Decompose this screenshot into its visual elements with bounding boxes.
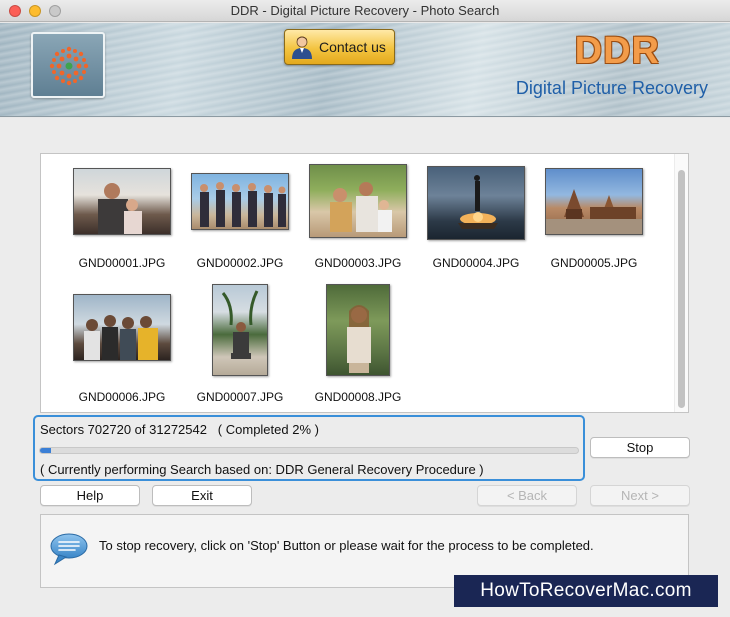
photo-item[interactable]: GND00001.JPG xyxy=(63,168,181,270)
photo-thumbnail-icon xyxy=(191,173,289,230)
photo-filename: GND00008.JPG xyxy=(314,390,402,404)
next-button[interactable]: Next > xyxy=(590,485,690,506)
contact-us-button[interactable]: Contact us xyxy=(284,29,395,65)
search-progress-panel: Sectors 702720 of 31272542 ( Completed 2… xyxy=(33,415,585,481)
window-controls xyxy=(9,5,61,17)
photo-thumbnail-icon xyxy=(212,284,268,376)
exit-button[interactable]: Exit xyxy=(152,485,252,506)
close-window-button[interactable] xyxy=(9,5,21,17)
logo-icon xyxy=(49,46,89,86)
contact-us-label: Contact us xyxy=(319,39,386,55)
watermark-banner: HowToRecoverMac.com xyxy=(454,575,718,607)
back-button[interactable]: < Back xyxy=(477,485,577,506)
zoom-window-button[interactable] xyxy=(49,5,61,17)
photo-item[interactable]: GND00003.JPG xyxy=(299,164,417,270)
gallery-scrollbar-thumb[interactable] xyxy=(678,170,685,408)
photo-item[interactable]: GND00005.JPG xyxy=(535,168,653,270)
app-header: Contact us DDR Digital Picture Recovery xyxy=(0,23,730,117)
photo-item[interactable]: GND00008.JPG xyxy=(299,284,417,404)
main-panel: GND00001.JPG GND00002.JPG GND00003.JPG G… xyxy=(0,118,730,617)
photo-thumbnail-icon xyxy=(545,168,643,235)
stop-button[interactable]: Stop xyxy=(590,437,690,458)
sectors-progress-text: Sectors 702720 of 31272542 ( Completed 2… xyxy=(40,422,319,437)
app-logo xyxy=(31,32,105,98)
current-procedure-text: ( Currently performing Search based on: … xyxy=(40,462,484,477)
photo-thumbnail-icon xyxy=(73,168,171,235)
window-titlebar: DDR - Digital Picture Recovery - Photo S… xyxy=(0,0,730,22)
gallery-scrollbar[interactable] xyxy=(674,154,688,412)
search-progress-fill xyxy=(40,448,51,453)
photo-item[interactable]: GND00007.JPG xyxy=(181,284,299,404)
photo-item[interactable]: GND00004.JPG xyxy=(417,166,535,270)
photo-item[interactable]: GND00006.JPG xyxy=(63,294,181,404)
photo-thumbnail-icon xyxy=(73,294,171,361)
brand-name: DDR xyxy=(574,30,660,72)
info-message-text: To stop recovery, click on 'Stop' Button… xyxy=(99,538,594,553)
minimize-window-button[interactable] xyxy=(29,5,41,17)
brand-subtitle: Digital Picture Recovery xyxy=(515,78,708,98)
recovered-photos-grid[interactable]: GND00001.JPG GND00002.JPG GND00003.JPG G… xyxy=(40,153,689,413)
photo-item[interactable]: GND00002.JPG xyxy=(181,168,299,270)
photo-thumbnail-icon xyxy=(326,284,390,376)
photo-thumbnail-icon xyxy=(309,164,407,238)
help-button[interactable]: Help xyxy=(40,485,140,506)
speech-bubble-icon xyxy=(50,533,88,566)
photo-filename: GND00005.JPG xyxy=(550,256,638,270)
search-progress-bar xyxy=(39,447,579,454)
photo-thumbnail-icon xyxy=(427,166,525,240)
user-icon xyxy=(292,36,312,59)
window-title: DDR - Digital Picture Recovery - Photo S… xyxy=(230,3,500,18)
